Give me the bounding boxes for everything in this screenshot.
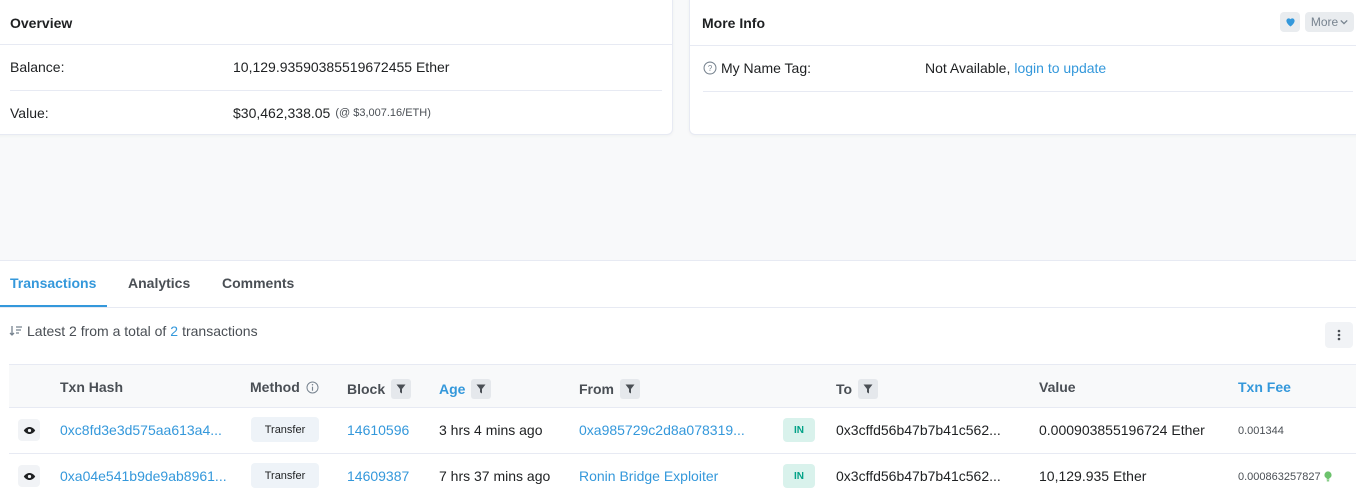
login-link[interactable]: login to update xyxy=(1014,60,1106,76)
name-tag-value: Not Available, xyxy=(925,60,1011,76)
txn-hash-link[interactable]: 0xc8fd3e3d575aa613a4... xyxy=(60,422,222,438)
transactions-panel: Transactions Analytics Comments Latest 2… xyxy=(0,260,1356,495)
table-row: 0xc8fd3e3d575aa613a4... Transfer 1461059… xyxy=(9,408,1356,454)
overview-header: Overview xyxy=(0,0,672,45)
view-details-button[interactable] xyxy=(18,419,40,441)
tab-analytics[interactable]: Analytics xyxy=(128,275,190,291)
question-circle-icon[interactable]: ? xyxy=(703,61,717,75)
value-label: Value: xyxy=(10,105,49,121)
view-details-button[interactable] xyxy=(18,465,40,487)
transactions-summary: Latest 2 from a total of 2 transactions xyxy=(9,323,258,339)
fee-cell: 0.000863257827 xyxy=(1238,471,1332,483)
value-amount: $30,462,338.05 xyxy=(233,105,331,121)
filter-icon xyxy=(396,384,406,394)
block-filter-button[interactable] xyxy=(391,379,412,399)
to-address: 0x3cffd56b47b7b41c562... xyxy=(836,468,1001,484)
kebab-icon xyxy=(1337,329,1341,341)
header-value: Value xyxy=(1039,379,1076,395)
from-address-link[interactable]: Ronin Bridge Exploiter xyxy=(579,468,718,484)
age-filter-button[interactable] xyxy=(471,379,492,399)
from-filter-button[interactable] xyxy=(620,379,640,399)
value-amount-row: $30,462,338.05 (@ $3,007.16/ETH) xyxy=(233,105,431,121)
name-tag-label: My Name Tag: xyxy=(721,60,811,76)
lightbulb-icon[interactable] xyxy=(1323,471,1332,483)
header-from: From xyxy=(579,379,640,399)
header-txn-fee[interactable]: Txn Fee xyxy=(1238,379,1291,395)
method-badge: Transfer xyxy=(251,417,319,442)
tab-divider xyxy=(0,307,1356,308)
fee-value: 0.001344 xyxy=(1238,425,1284,437)
filter-icon xyxy=(625,384,635,394)
from-address-link[interactable]: 0xa985729c2d8a078319... xyxy=(579,422,745,438)
name-tag-value-row: Not Available, login to update xyxy=(925,60,1106,76)
heart-icon xyxy=(1285,18,1295,27)
filter-icon xyxy=(863,384,873,394)
header-to: To xyxy=(836,379,879,399)
more-info-header: More Info xyxy=(690,0,1356,46)
favorite-button[interactable] xyxy=(1280,12,1300,32)
sort-icon xyxy=(9,326,22,336)
direction-badge: IN xyxy=(783,464,815,488)
overview-card: Overview Balance: 10,129.935903855196724… xyxy=(0,0,673,135)
summary-prefix: Latest 2 from a total of xyxy=(27,323,167,339)
overview-title: Overview xyxy=(10,14,73,31)
direction-badge: IN xyxy=(783,418,815,442)
method-badge: Transfer xyxy=(251,463,319,488)
value-cell: 10,129.935 Ether xyxy=(1039,468,1147,484)
header-age[interactable]: Age xyxy=(439,379,492,399)
table-header: Txn Hash Method Block Age From To Value … xyxy=(9,364,1356,408)
summary-suffix: transactions xyxy=(182,323,258,339)
fee-value: 0.000863257827 xyxy=(1238,471,1321,483)
divider xyxy=(10,90,662,91)
name-tag-label-row: ? My Name Tag: xyxy=(703,60,811,76)
more-info-title: More Info xyxy=(702,15,765,31)
filter-icon xyxy=(476,384,486,394)
more-dropdown-button[interactable]: More xyxy=(1305,12,1354,32)
header-method: Method xyxy=(250,379,319,395)
block-link[interactable]: 14609387 xyxy=(347,468,409,484)
block-link[interactable]: 14610596 xyxy=(347,422,409,438)
chevron-down-icon xyxy=(1340,19,1348,25)
divider xyxy=(703,91,1353,92)
more-label: More xyxy=(1310,15,1339,29)
value-cell: 0.000903855196724 Ether xyxy=(1039,422,1205,438)
txn-hash-link[interactable]: 0xa04e541b9de9ab8961... xyxy=(60,468,227,484)
tab-comments[interactable]: Comments xyxy=(222,275,294,291)
value-rate: (@ $3,007.16/ETH) xyxy=(335,107,431,119)
options-menu-button[interactable] xyxy=(1325,322,1353,348)
balance-label: Balance: xyxy=(10,59,65,75)
to-address: 0x3cffd56b47b7b41c562... xyxy=(836,422,1001,438)
age-cell: 7 hrs 37 mins ago xyxy=(439,468,551,484)
age-cell: 3 hrs 4 mins ago xyxy=(439,422,543,438)
eye-icon xyxy=(23,472,35,480)
balance-value: 10,129.93590385519672455 Ether xyxy=(233,59,450,75)
header-block: Block xyxy=(347,379,412,399)
summary-count[interactable]: 2 xyxy=(170,323,178,339)
to-filter-button[interactable] xyxy=(858,379,879,399)
more-info-card: More Info More ? My Name Tag: Not Availa… xyxy=(689,0,1356,135)
header-txn-hash: Txn Hash xyxy=(60,379,124,395)
info-icon[interactable] xyxy=(306,380,319,394)
fee-cell: 0.001344 xyxy=(1238,425,1284,437)
tab-transactions[interactable]: Transactions xyxy=(10,275,96,291)
table-row: 0xa04e541b9de9ab8961... Transfer 1460938… xyxy=(9,454,1356,495)
svg-text:?: ? xyxy=(708,64,713,73)
eye-icon xyxy=(23,426,35,434)
